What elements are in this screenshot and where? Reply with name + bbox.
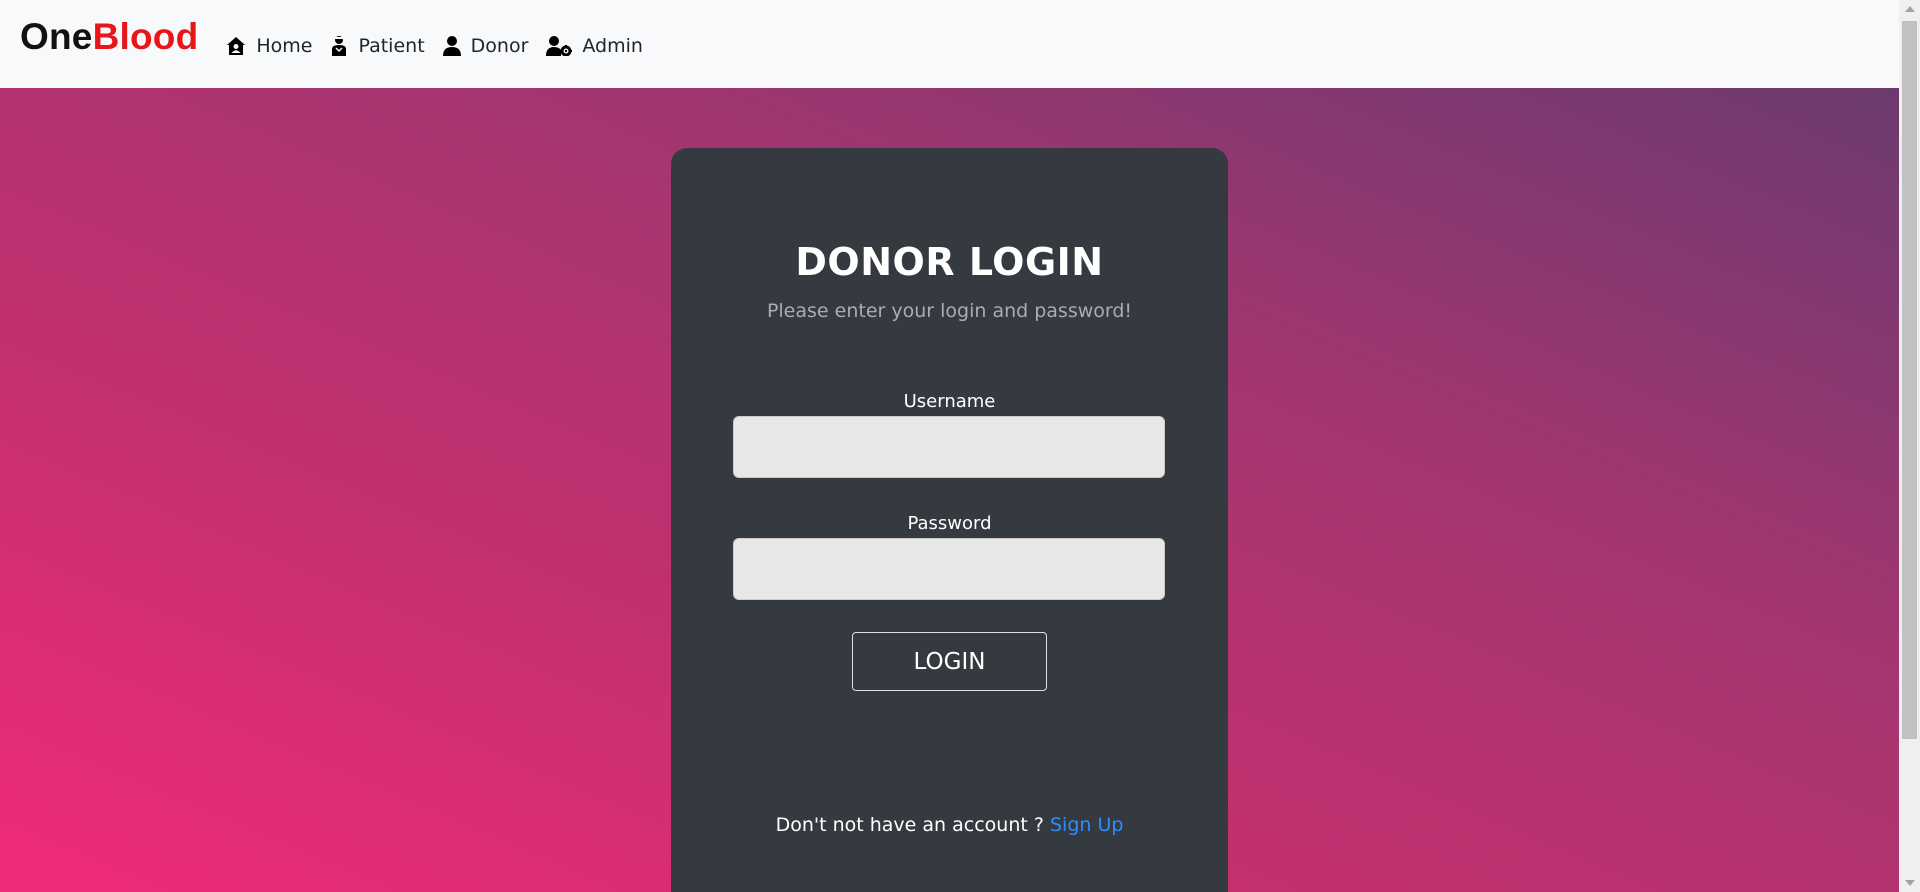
scroll-down-arrow-icon[interactable] [1905, 880, 1915, 886]
password-input[interactable] [733, 538, 1165, 600]
signup-prompt: Don't not have an account ? [775, 814, 1044, 836]
username-input[interactable] [733, 416, 1165, 478]
page: OneBlood Home Patient Donor Admin DONOR … [0, 0, 1920, 892]
top-navbar: OneBlood Home Patient Donor Admin [0, 0, 1899, 88]
nav-item-patient-label: Patient [358, 35, 425, 57]
nav-item-home-label: Home [256, 35, 313, 57]
brand-part-blood: Blood [92, 16, 199, 57]
scroll-up-arrow-icon[interactable] [1905, 6, 1915, 12]
brand-logo[interactable]: OneBlood [20, 16, 198, 58]
login-button[interactable]: LOGIN [852, 632, 1047, 691]
user-icon [442, 36, 461, 56]
password-label: Password [907, 513, 992, 534]
login-subtitle: Please enter your login and password! [766, 300, 1133, 322]
nav-item-home[interactable]: Home [226, 35, 312, 57]
brand-part-one: One [20, 16, 93, 57]
nav-item-patient[interactable]: Patient [330, 35, 425, 57]
nav-item-donor-label: Donor [470, 35, 529, 57]
house-user-icon [227, 37, 246, 55]
signup-link[interactable]: Sign Up [1050, 814, 1123, 836]
scrollbar-thumb[interactable] [1902, 21, 1917, 739]
nav-item-donor[interactable]: Donor [442, 35, 529, 57]
login-card: DONOR LOGIN Please enter your login and … [671, 148, 1228, 892]
nav-item-admin[interactable]: Admin [546, 35, 643, 57]
signup-row: Don't not have an account ? Sign Up [671, 814, 1228, 836]
username-label: Username [903, 391, 996, 412]
nav-item-admin-label: Admin [582, 35, 643, 57]
login-title: DONOR LOGIN [795, 240, 1104, 284]
user-cog-icon [546, 36, 573, 56]
vertical-scrollbar[interactable] [1899, 0, 1920, 892]
patient-icon [332, 36, 347, 56]
